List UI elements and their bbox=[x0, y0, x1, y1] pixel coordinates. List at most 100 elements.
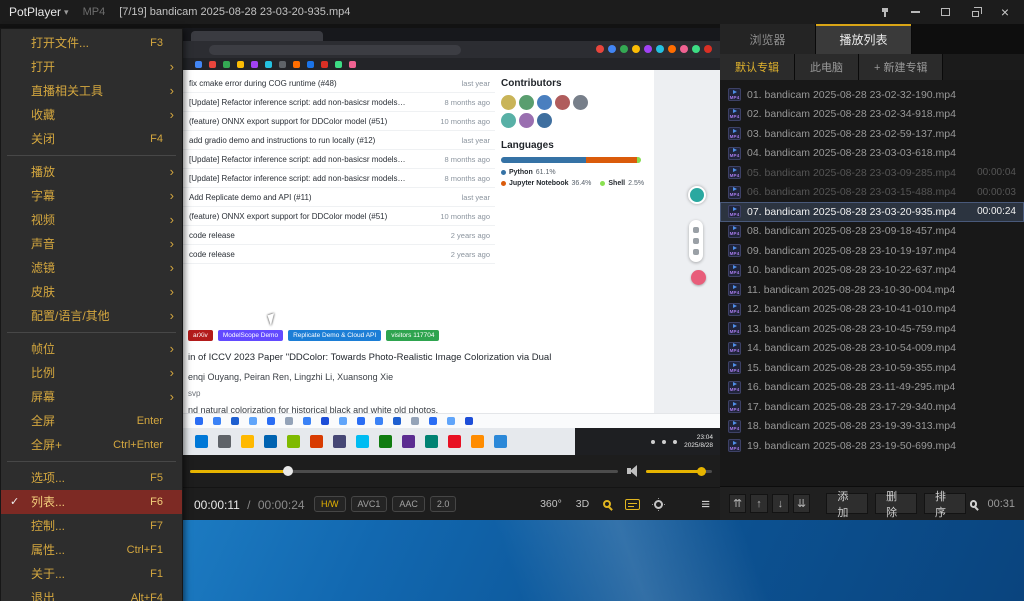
album-tab[interactable]: + 新建专辑 bbox=[859, 54, 943, 80]
taskbar-app-icon bbox=[241, 435, 254, 448]
playlist-item[interactable]: MP4 09. bandicam 2025-08-28 23-10-19-197… bbox=[720, 241, 1024, 261]
menu-item[interactable] bbox=[1, 151, 182, 160]
playlist-item[interactable]: MP4 13. bandicam 2025-08-28 23-10-45-759… bbox=[720, 319, 1024, 339]
album-tab[interactable]: 此电脑 bbox=[795, 54, 859, 80]
pin-icon bbox=[881, 8, 889, 17]
subtitle-icon[interactable] bbox=[625, 499, 640, 510]
move-item-button[interactable]: ⇈ bbox=[729, 494, 746, 513]
panel-tab[interactable]: 浏览器 bbox=[720, 24, 816, 54]
menu-item[interactable]: 打开 › bbox=[1, 55, 182, 79]
restore-button[interactable] bbox=[968, 5, 982, 19]
submenu-arrow-icon: › bbox=[165, 160, 174, 184]
playlist-item[interactable]: MP4 19. bandicam 2025-08-28 23-19-50-699… bbox=[720, 436, 1024, 456]
playlist-item[interactable]: MP4 15. bandicam 2025-08-28 23-10-59-355… bbox=[720, 358, 1024, 378]
menu-item[interactable]: 选项... F5 bbox=[1, 466, 182, 490]
sort-button[interactable]: 排序 bbox=[924, 493, 966, 514]
volume-slider[interactable] bbox=[646, 470, 712, 473]
menu-item[interactable] bbox=[1, 457, 182, 466]
menu-item[interactable]: 帧位 › bbox=[1, 337, 182, 361]
menu-item[interactable]: 字幕 › bbox=[1, 184, 182, 208]
playlist-item[interactable]: MP4 16. bandicam 2025-08-28 23-11-49-295… bbox=[720, 378, 1024, 398]
album-tab[interactable]: 默认专辑 bbox=[720, 54, 795, 80]
titlebar[interactable]: PotPlayer ▾ MP4 [7/19] bandicam 2025-08-… bbox=[0, 0, 1024, 24]
playlist-item[interactable]: MP4 01. bandicam 2025-08-28 23-02-32-190… bbox=[720, 85, 1024, 105]
playlist-item[interactable]: MP4 12. bandicam 2025-08-28 23-10-41-010… bbox=[720, 300, 1024, 320]
menu-item[interactable]: 声音 › bbox=[1, 232, 182, 256]
menu-item[interactable]: 皮肤 › bbox=[1, 280, 182, 304]
vr-360-button[interactable]: 360° bbox=[540, 498, 562, 510]
favicon bbox=[303, 417, 311, 425]
playlist-item[interactable]: MP4 18. bandicam 2025-08-28 23-19-39-313… bbox=[720, 417, 1024, 437]
readme-line: svp bbox=[188, 389, 628, 398]
menu-item[interactable]: 播放 › bbox=[1, 160, 182, 184]
languages-bar bbox=[501, 157, 641, 163]
always-on-top-button[interactable] bbox=[878, 5, 892, 19]
mp4-label: MP4 bbox=[730, 329, 740, 334]
app-menu-button[interactable]: PotPlayer ▾ bbox=[9, 5, 69, 19]
menu-item[interactable]: ✓ 列表... F6 bbox=[1, 490, 182, 514]
favicon bbox=[249, 417, 257, 425]
seek-thumb[interactable] bbox=[283, 466, 293, 476]
playlist-item[interactable]: MP4 08. bandicam 2025-08-28 23-09-18-457… bbox=[720, 222, 1024, 242]
menu-item-label: 字幕 bbox=[31, 184, 163, 208]
menu-item[interactable]: 屏幕 › bbox=[1, 385, 182, 409]
menu-item[interactable]: 配置/语言/其他 › bbox=[1, 304, 182, 328]
menu-item[interactable] bbox=[1, 328, 182, 337]
playlist-item[interactable]: MP4 10. bandicam 2025-08-28 23-10-22-637… bbox=[720, 261, 1024, 281]
video-area[interactable]: fix cmake error during COG runtime (#48)… bbox=[183, 28, 720, 455]
minimize-button[interactable] bbox=[908, 5, 922, 19]
submenu-arrow-icon: › bbox=[165, 361, 174, 385]
menu-item[interactable]: 退出 Alt+F4 bbox=[1, 586, 182, 601]
move-item-button[interactable]: ⇊ bbox=[793, 494, 810, 513]
add-button[interactable]: 添加 bbox=[826, 493, 868, 514]
playlist-item[interactable]: MP4 03. bandicam 2025-08-28 23-02-59-137… bbox=[720, 124, 1024, 144]
hamburger-menu-icon[interactable]: ≡ bbox=[701, 496, 710, 513]
commit-row: (feature) ONNX export support for DDColo… bbox=[183, 207, 495, 226]
menu-item[interactable]: 视频 › bbox=[1, 208, 182, 232]
language-percent: 2.5% bbox=[628, 180, 644, 187]
taskbar-app-icon bbox=[471, 435, 484, 448]
search-subtitle-icon[interactable] bbox=[603, 500, 611, 508]
menu-item-shortcut: Enter bbox=[137, 409, 163, 433]
3d-button[interactable]: 3D bbox=[576, 498, 589, 510]
playlist-item[interactable]: MP4 06. bandicam 2025-08-28 23-03-15-488… bbox=[720, 183, 1024, 203]
codec-badge: AAC bbox=[392, 496, 425, 512]
playlist-item[interactable]: MP4 02. bandicam 2025-08-28 23-02-34-918… bbox=[720, 105, 1024, 125]
menu-item[interactable]: 滤镜 › bbox=[1, 256, 182, 280]
menu-item[interactable]: 控制... F7 bbox=[1, 514, 182, 538]
playlist-item[interactable]: MP4 17. bandicam 2025-08-28 23-17-29-340… bbox=[720, 397, 1024, 417]
settings-gear-icon[interactable] bbox=[654, 500, 663, 509]
shield-badge: ModelScope Demo bbox=[218, 330, 283, 341]
language-name: Python bbox=[509, 169, 533, 176]
menu-item[interactable]: 关于... F1 bbox=[1, 562, 182, 586]
menu-item[interactable]: 全屏+ Ctrl+Enter bbox=[1, 433, 182, 457]
menu-item-shortcut: F4 bbox=[150, 127, 163, 151]
playlist-item[interactable]: MP4 11. bandicam 2025-08-28 23-10-30-004… bbox=[720, 280, 1024, 300]
commit-row: code release 2 years ago bbox=[183, 245, 495, 264]
playlist-item-name: 17. bandicam 2025-08-28 23-17-29-340.mp4 bbox=[747, 401, 1010, 413]
panel-tab[interactable]: 播放列表 bbox=[816, 24, 912, 54]
maximize-button[interactable] bbox=[938, 5, 952, 19]
move-item-button[interactable]: ↑ bbox=[750, 494, 767, 513]
readme-section: arXivModelScope DemoReplicate Demo & Clo… bbox=[188, 330, 628, 415]
menu-item[interactable]: 属性... Ctrl+F1 bbox=[1, 538, 182, 562]
playlist-search-icon[interactable] bbox=[970, 500, 978, 508]
menu-item[interactable]: 收藏 › bbox=[1, 103, 182, 127]
speaker-icon[interactable] bbox=[627, 465, 639, 477]
menu-item[interactable]: 比例 › bbox=[1, 361, 182, 385]
close-button[interactable]: × bbox=[998, 5, 1012, 19]
menu-item[interactable]: 打开文件... F3 bbox=[1, 31, 182, 55]
menu-item[interactable]: 全屏 Enter bbox=[1, 409, 182, 433]
seek-bar[interactable] bbox=[190, 470, 618, 473]
playlist-item[interactable]: MP4 04. bandicam 2025-08-28 23-03-03-618… bbox=[720, 144, 1024, 164]
delete-button[interactable]: 删除 bbox=[875, 493, 917, 514]
playlist-item[interactable]: MP4 07. bandicam 2025-08-28 23-03-20-935… bbox=[720, 202, 1024, 222]
clock-date: 2025/8/28 bbox=[684, 442, 713, 449]
menu-item[interactable]: 直播相关工具 › bbox=[1, 79, 182, 103]
volume-thumb[interactable] bbox=[697, 467, 706, 476]
move-item-button[interactable]: ↓ bbox=[772, 494, 789, 513]
video-bookmarks-bar bbox=[183, 58, 720, 70]
playlist-item[interactable]: MP4 05. bandicam 2025-08-28 23-03-09-285… bbox=[720, 163, 1024, 183]
playlist-item[interactable]: MP4 14. bandicam 2025-08-28 23-10-54-009… bbox=[720, 339, 1024, 359]
menu-item[interactable]: 关闭 F4 bbox=[1, 127, 182, 151]
